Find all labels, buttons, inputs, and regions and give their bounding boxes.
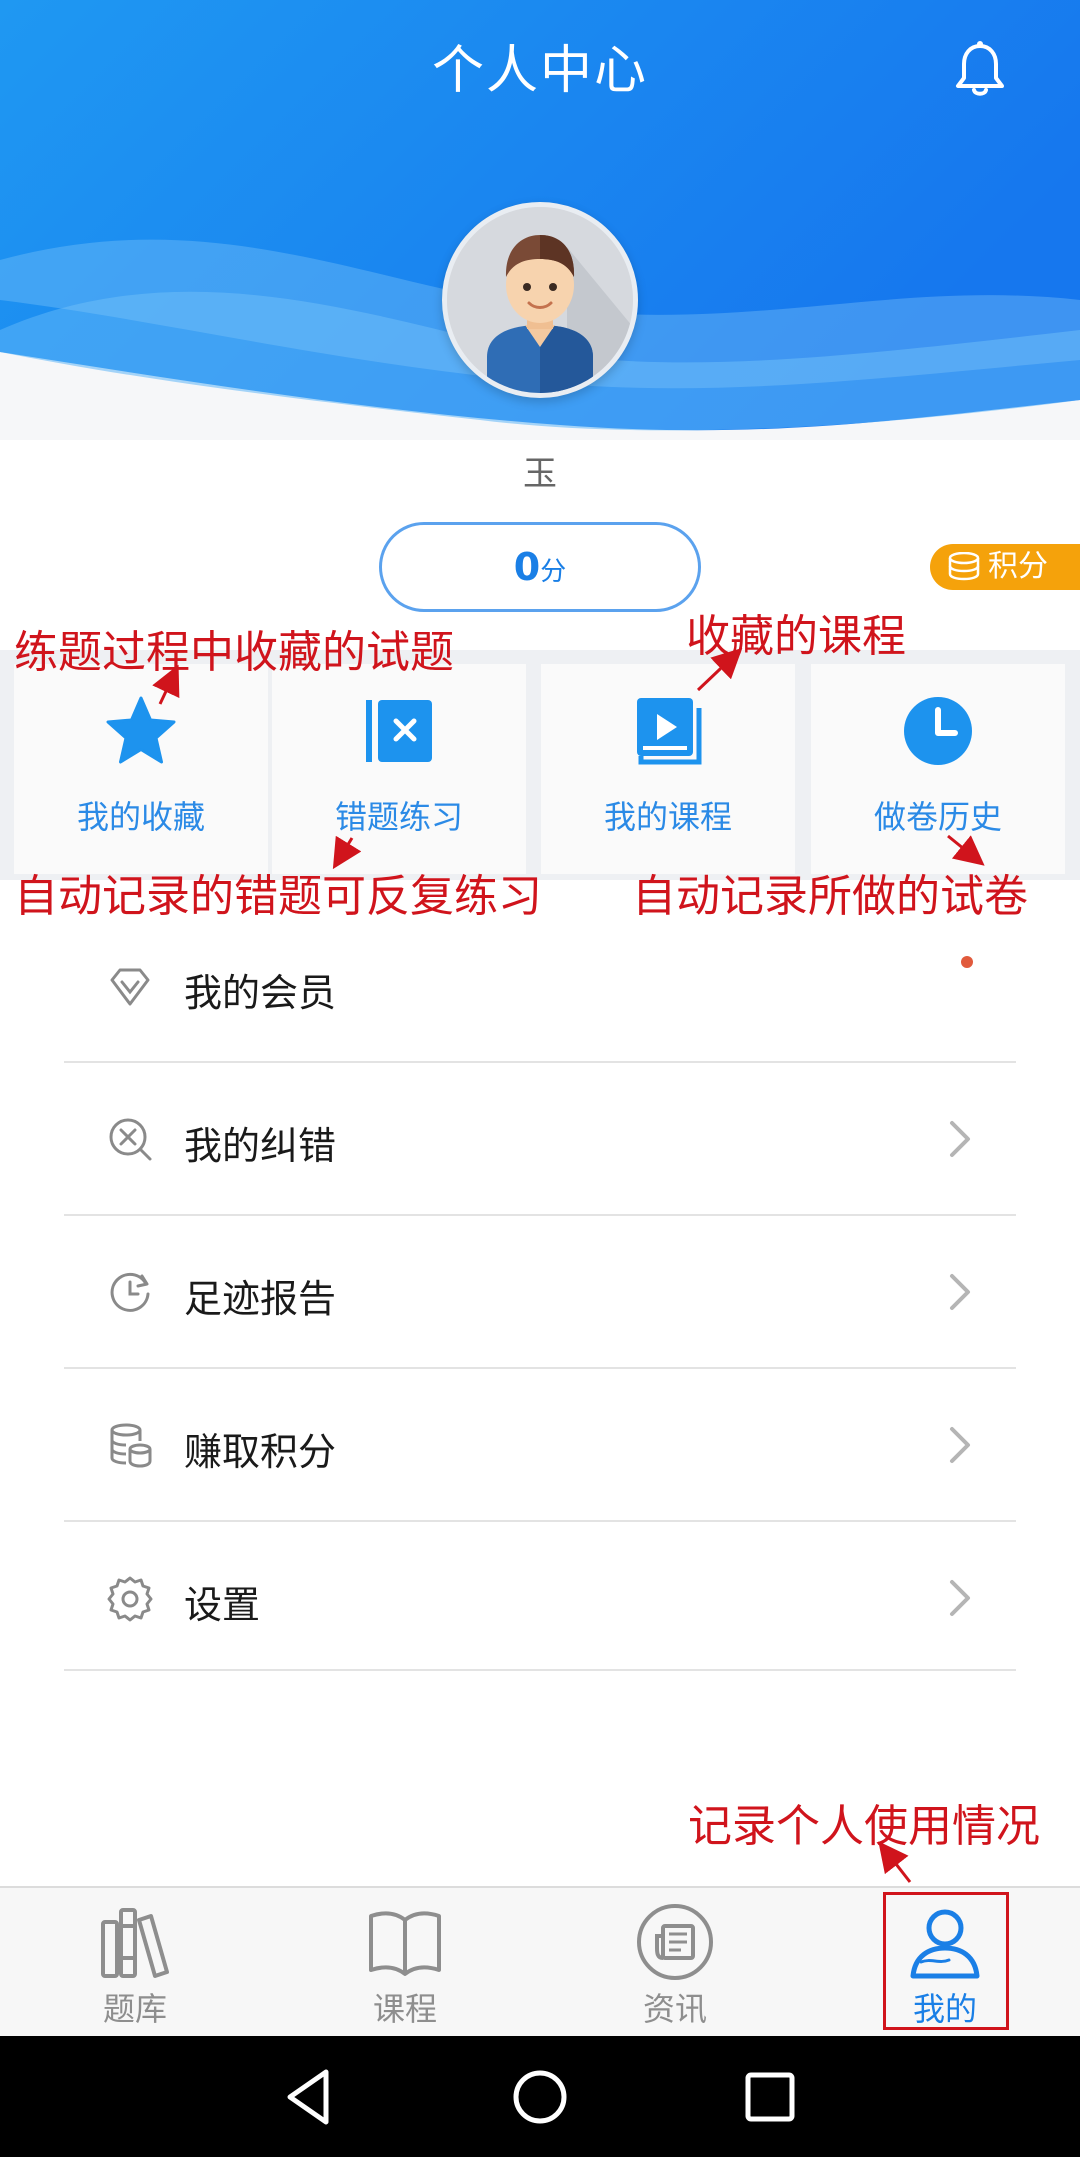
system-nav-bar (0, 2036, 1080, 2157)
coins-icon (110, 1423, 152, 1468)
menu-item-corrections[interactable]: 我的纠错 (0, 1063, 1080, 1215)
points-badge-label: 积分 (988, 549, 1048, 584)
points-badge[interactable]: 积分 (930, 544, 1080, 590)
chevron-right-icon (950, 1580, 970, 1616)
open-book-icon (369, 1911, 441, 1976)
tile-label: 我的课程 (603, 798, 732, 836)
correction-icon (109, 1118, 152, 1161)
annotation-mine-tab: 记录个人使用情况 (688, 1801, 1040, 1852)
menu-item-footprint[interactable]: 足迹报告 (0, 1216, 1080, 1368)
menu-label: 足迹报告 (184, 1277, 337, 1321)
annotation-wrong-questions: 自动记录的错题可反复练习 (14, 871, 542, 922)
tab-question-bank[interactable]: 题库 (0, 1888, 270, 2038)
history-icon (110, 1272, 150, 1312)
annotation-highlight-box (883, 1892, 1009, 2030)
tab-label: 课程 (372, 1990, 437, 2028)
points-value: 0 (513, 545, 541, 589)
tile-label: 做卷历史 (873, 798, 1002, 836)
clock-icon (904, 697, 972, 765)
recents-icon[interactable] (735, 2062, 805, 2132)
menu-label: 我的会员 (184, 971, 337, 1015)
bell-icon[interactable] (948, 38, 1012, 102)
avatar-image (447, 207, 633, 393)
profile-header: 个人中心 (0, 0, 1080, 440)
menu-label: 赚取积分 (184, 1430, 337, 1474)
points-unit: 分 (540, 557, 567, 587)
tab-courses[interactable]: 课程 (270, 1888, 540, 2038)
divider (64, 1669, 1016, 1671)
tile-exam-history[interactable]: 做卷历史 (811, 664, 1065, 874)
menu-item-earn-points[interactable]: 赚取积分 (0, 1369, 1080, 1521)
points-button[interactable]: 0分 (379, 522, 701, 612)
wrong-questions-icon (366, 700, 432, 762)
chevron-right-icon (950, 1121, 970, 1157)
tile-label: 错题练习 (334, 798, 463, 836)
menu-label: 我的纠错 (184, 1124, 337, 1168)
menu-item-membership[interactable]: 我的会员 (0, 910, 1080, 1062)
tile-favorites[interactable]: 我的收藏 (14, 664, 268, 874)
coins-icon (948, 552, 980, 581)
back-icon[interactable] (274, 2062, 344, 2132)
chevron-right-icon (950, 1427, 970, 1463)
course-book-icon (637, 698, 702, 765)
username: 玉 (523, 454, 557, 494)
annotation-exam-history: 自动记录所做的试卷 (632, 871, 1028, 922)
page-title: 个人中心 (431, 41, 648, 101)
annotation-favorites: 练题过程中收藏的试题 (14, 627, 454, 678)
tab-label: 资讯 (642, 1990, 707, 2028)
chevron-right-icon (950, 1274, 970, 1310)
diamond-icon (110, 968, 150, 1006)
news-icon (637, 1904, 713, 1980)
home-icon[interactable] (505, 2062, 575, 2132)
annotation-courses: 收藏的课程 (686, 611, 906, 662)
menu-item-settings[interactable]: 设置 (0, 1522, 1080, 1674)
tile-my-courses[interactable]: 我的课程 (541, 664, 795, 874)
tab-label: 题库 (102, 1990, 167, 2028)
avatar[interactable] (442, 202, 638, 398)
menu-label: 设置 (184, 1583, 261, 1627)
tile-wrong-questions[interactable]: 错题练习 (272, 664, 526, 874)
tile-label: 我的收藏 (76, 798, 205, 836)
tab-news[interactable]: 资讯 (540, 1888, 810, 2038)
notification-dot (961, 956, 973, 968)
books-icon (101, 1908, 169, 1978)
gear-icon (107, 1576, 153, 1622)
star-icon (106, 696, 176, 764)
